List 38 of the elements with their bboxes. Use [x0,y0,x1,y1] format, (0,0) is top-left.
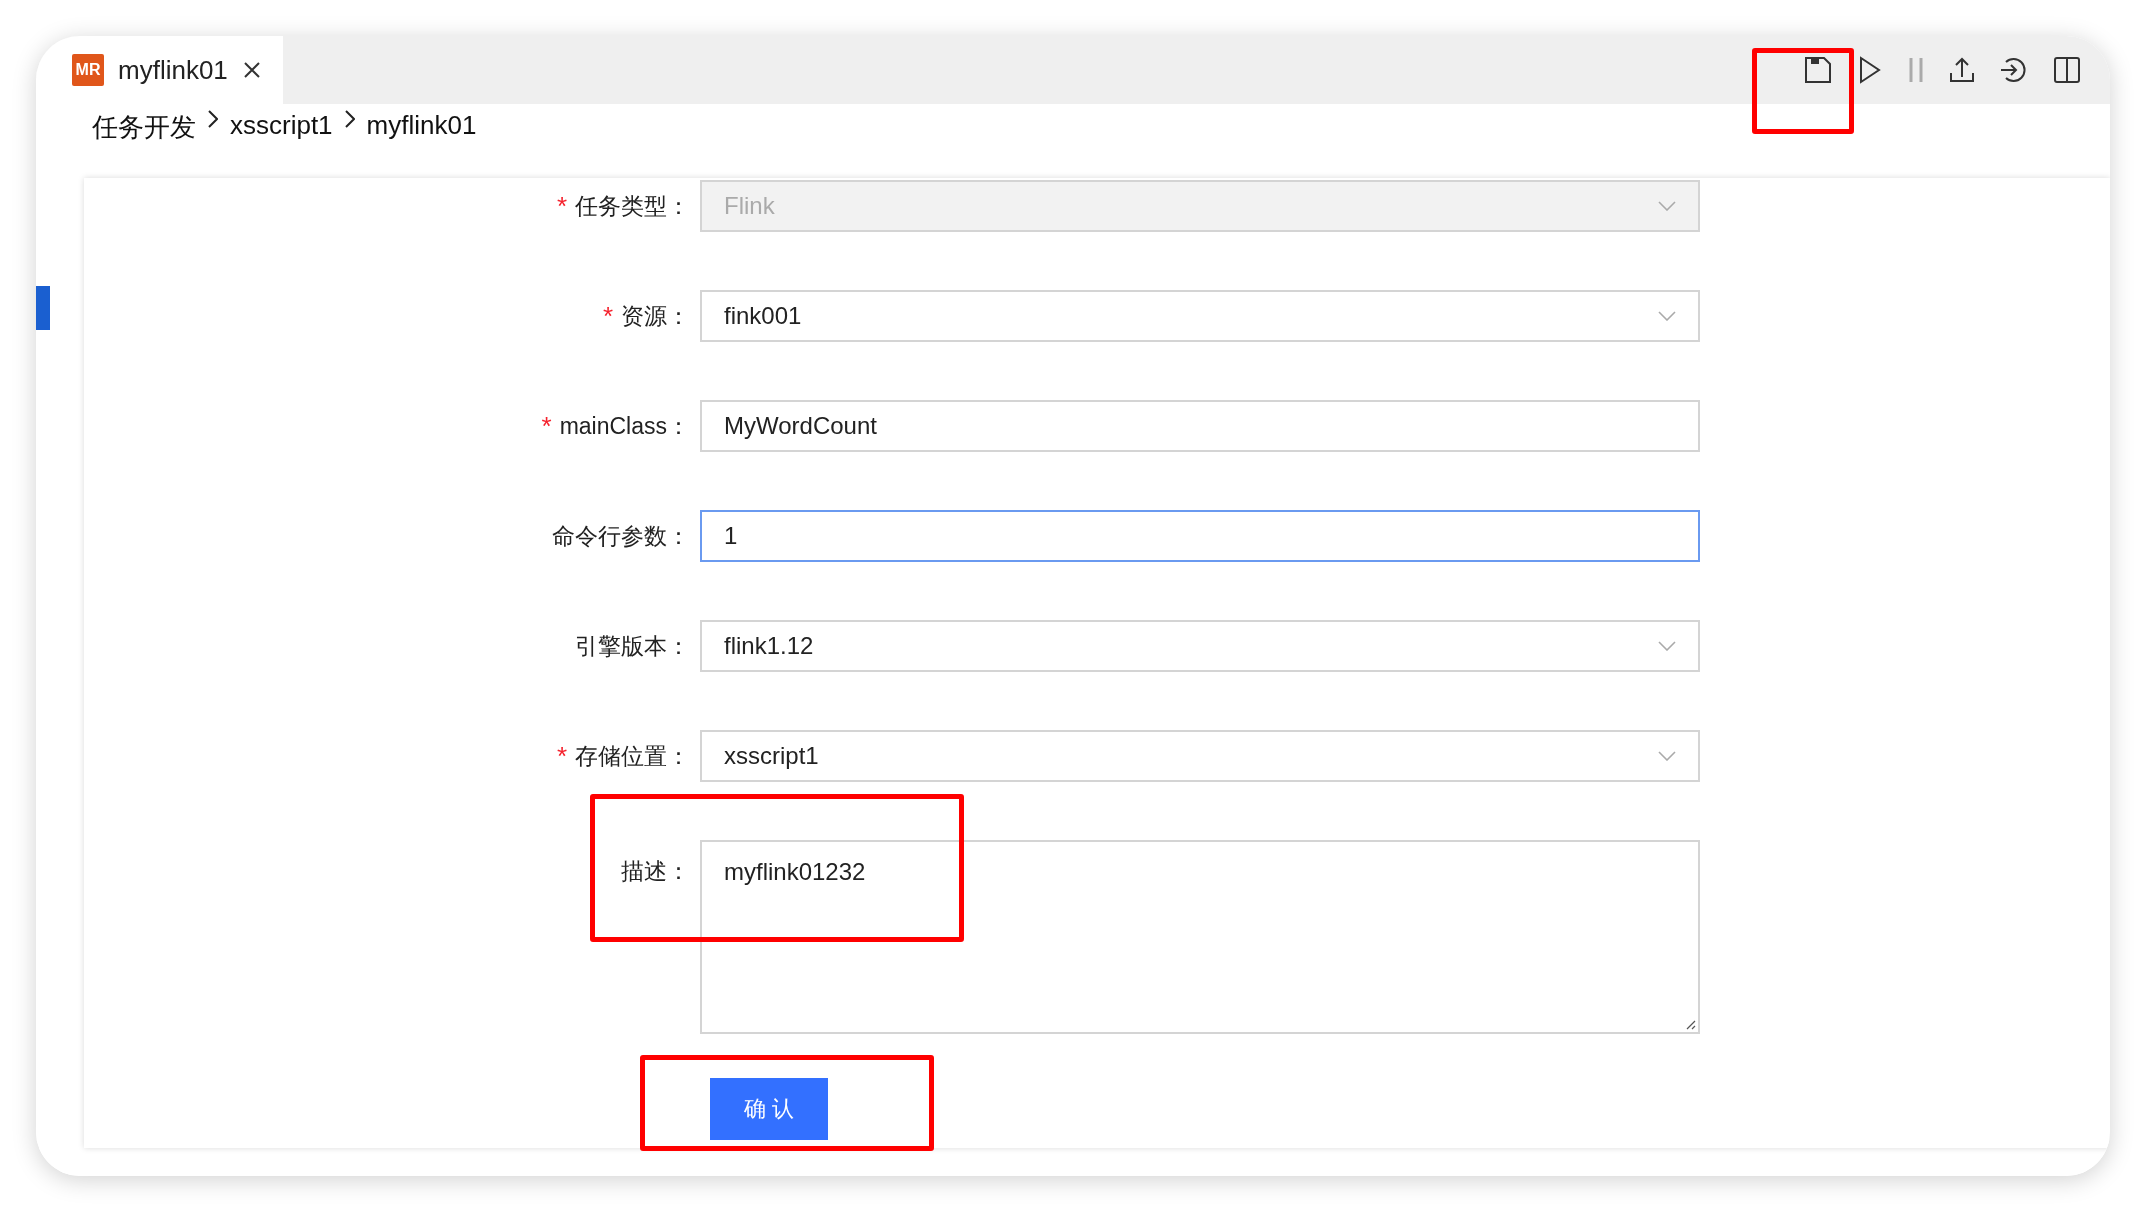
save-icon[interactable] [1804,56,1832,84]
field-label: mainClass： [559,411,690,441]
caret-icon [1658,311,1676,321]
side-marker [36,286,50,330]
caret-icon [1658,201,1676,211]
resize-handle-icon[interactable] [1684,1018,1696,1030]
field-label: 任务类型： [575,191,690,221]
required-mark: * [602,300,613,332]
chevron-right-icon [208,110,218,128]
field-label: 命令行参数： [552,521,690,551]
breadcrumb-item[interactable]: 任务开发 [92,110,196,145]
sign-in-icon[interactable] [2000,56,2028,84]
input-field[interactable]: 1 [700,510,1700,562]
tab-title: myflink01 [118,54,228,86]
editor-tab[interactable]: MR myflink01 [36,36,283,104]
description-field[interactable]: myflink01232 [700,840,1700,1034]
file-type-badge: MR [72,54,104,86]
play-icon[interactable] [1858,56,1882,84]
select-field[interactable]: fink001 [700,290,1700,342]
confirm-button[interactable]: 确 认 [710,1078,828,1140]
select-field[interactable]: xsscript1 [700,730,1700,782]
close-icon[interactable] [241,60,262,80]
caret-icon [1658,751,1676,761]
input-field[interactable]: MyWordCount [700,400,1700,452]
field-label: 引擎版本： [575,631,690,661]
chevron-right-icon [344,110,355,128]
split-view-icon[interactable] [2054,57,2080,83]
breadcrumb-item[interactable]: xsscript1 [230,110,333,141]
required-mark: * [556,740,567,772]
breadcrumb-item: myflink01 [366,110,477,141]
field-label: 存储位置： [575,741,690,771]
field-label: 资源： [621,301,690,331]
required-mark: * [541,410,552,442]
required-mark: * [556,190,567,222]
select-field[interactable]: flink1.12 [700,620,1700,672]
upload-icon[interactable] [1950,57,1974,83]
field-label: 描述： [621,856,690,886]
caret-icon [1658,641,1676,651]
